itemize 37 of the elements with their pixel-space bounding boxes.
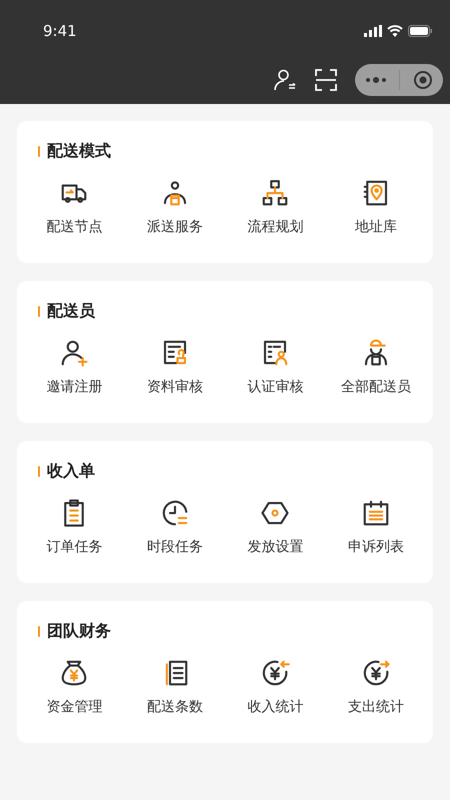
title-accent — [38, 626, 40, 637]
title-accent — [38, 146, 40, 157]
user-add-icon[interactable] — [59, 338, 90, 368]
section-title: 配送模式 — [47, 141, 111, 162]
scan-icon[interactable] — [315, 69, 337, 91]
title-accent — [38, 466, 40, 477]
section-title: 团队财务 — [47, 621, 111, 642]
user-switch-icon[interactable] — [273, 68, 297, 92]
menu-item-label[interactable]: 配送节点 — [46, 218, 102, 236]
menu-item-label[interactable]: 支出统计 — [348, 698, 404, 716]
battery-icon — [408, 25, 432, 37]
calendar-icon[interactable] — [360, 498, 391, 528]
menu-item-label[interactable]: 时段任务 — [146, 538, 203, 556]
menu-item-label[interactable]: 配送条数 — [146, 698, 203, 716]
menu-item-label[interactable]: 流程规划 — [247, 218, 304, 236]
menu-item-label[interactable]: 认证审核 — [247, 378, 304, 396]
signal-icon — [364, 25, 382, 37]
status-time: 9:41 — [43, 22, 77, 40]
menu-item-label[interactable]: 全部配送员 — [340, 378, 411, 396]
menu-item-label[interactable]: 申诉列表 — [348, 538, 404, 556]
section-title: 收入单 — [47, 461, 95, 482]
menu-item-label[interactable]: 收入统计 — [247, 698, 304, 716]
money-bag-icon[interactable] — [59, 658, 90, 688]
income-icon[interactable] — [260, 658, 290, 688]
section-title: 配送员 — [47, 301, 95, 322]
menu-item-label[interactable]: 发放设置 — [247, 538, 304, 556]
menu-item-label[interactable]: 订单任务 — [46, 538, 102, 556]
wifi-icon — [387, 25, 403, 37]
more-icon[interactable] — [365, 76, 388, 84]
title-accent — [38, 306, 40, 317]
flowchart-icon[interactable] — [260, 178, 290, 208]
menu-item-label[interactable]: 地址库 — [354, 218, 397, 236]
menu-item-label[interactable]: 资料审核 — [146, 378, 203, 396]
menu-item-label[interactable]: 邀请注册 — [46, 378, 102, 396]
menu-item-label[interactable]: 派送服务 — [146, 218, 203, 236]
close-target-icon[interactable] — [412, 70, 433, 90]
menu-item-label[interactable]: 资金管理 — [46, 698, 102, 716]
